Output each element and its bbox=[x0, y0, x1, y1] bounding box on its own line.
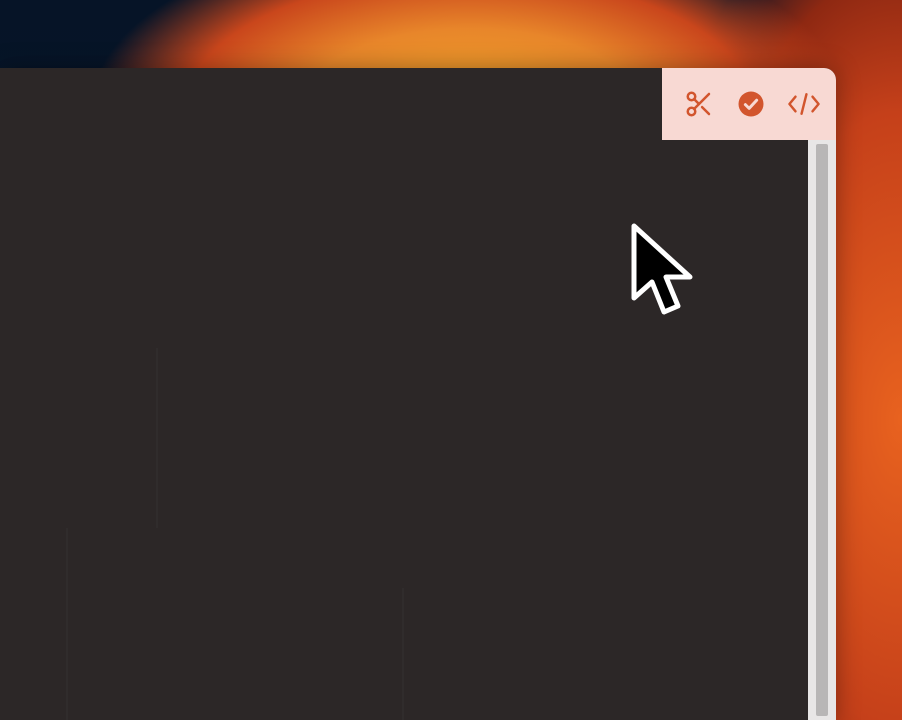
cut-button[interactable] bbox=[679, 84, 719, 124]
code-icon bbox=[787, 89, 821, 119]
floating-toolbar bbox=[662, 68, 836, 140]
scrollbar-thumb[interactable] bbox=[816, 144, 828, 716]
faint-shape bbox=[402, 588, 404, 720]
scissors-icon bbox=[684, 89, 714, 119]
check-circle-icon bbox=[736, 89, 766, 119]
faint-shape bbox=[66, 528, 68, 720]
app-window bbox=[0, 68, 836, 720]
content-area[interactable] bbox=[0, 68, 808, 720]
approve-button[interactable] bbox=[731, 84, 771, 124]
faint-shape bbox=[156, 348, 158, 528]
vertical-scrollbar[interactable] bbox=[808, 140, 836, 720]
code-button[interactable] bbox=[784, 84, 824, 124]
